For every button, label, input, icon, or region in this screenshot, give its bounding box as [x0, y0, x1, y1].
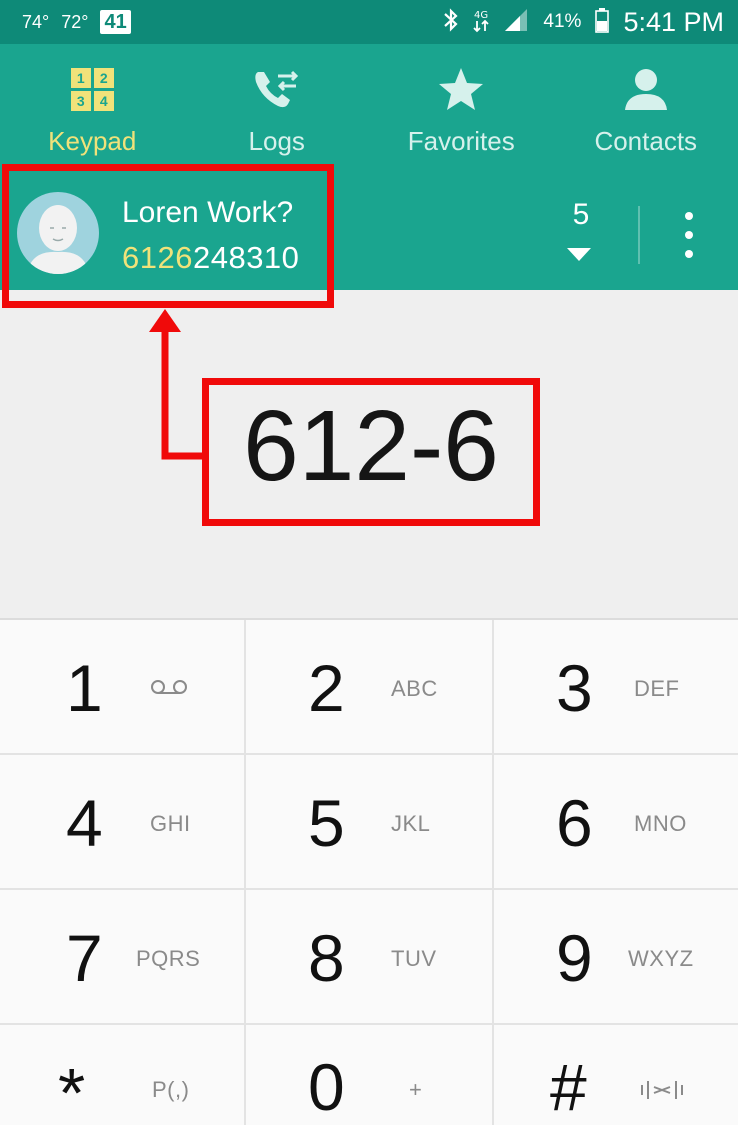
keypad-icon-digit: 1 [70, 67, 91, 88]
status-right: 4G 41% 5:41 PM [443, 0, 724, 44]
key-9[interactable]: 9 WXYZ [494, 890, 738, 1025]
tab-bar: 1 2 3 4 Keypad Logs Favorites Contacts [0, 44, 738, 166]
key-digit: 2 [308, 651, 345, 725]
temperature-1: 74° [22, 11, 50, 32]
key-digit: # [550, 1050, 587, 1124]
tab-keypad[interactable]: 1 2 3 4 Keypad [0, 44, 185, 166]
divider [638, 206, 640, 264]
key-letters: TUV [391, 946, 437, 971]
star-icon [437, 64, 485, 114]
phone-logs-icon [252, 64, 302, 114]
annotation-box-contact [2, 164, 334, 308]
key-3[interactable]: 3 DEF [494, 620, 738, 755]
wait-pause-icon [640, 1079, 684, 1107]
key-hash[interactable]: # [494, 1025, 738, 1125]
bluetooth-icon [443, 7, 459, 38]
key-digit: 3 [556, 651, 593, 725]
key-letters: MNO [634, 811, 687, 836]
keypad-icon: 1 2 3 4 [70, 64, 114, 114]
key-1[interactable]: 1 [0, 620, 246, 755]
key-digit: 5 [308, 786, 345, 860]
key-digit: * [58, 1054, 86, 1125]
key-digit: 6 [556, 786, 593, 860]
key-letters: + [409, 1077, 423, 1102]
key-letters: PQRS [136, 946, 201, 971]
battery-icon [595, 7, 610, 38]
person-icon [623, 64, 669, 114]
key-digit: 0 [308, 1050, 345, 1124]
keypad-icon-digit: 2 [93, 67, 114, 88]
key-6[interactable]: 6 MNO [494, 755, 738, 890]
more-options-icon[interactable] [682, 212, 696, 258]
key-letters: GHI [150, 811, 191, 836]
key-letters: P(,) [152, 1077, 190, 1102]
tab-label: Logs [248, 126, 305, 156]
keypad-icon-digit: 3 [70, 90, 91, 111]
temperature-2: 72° [61, 11, 89, 32]
battery-percent: 41% [543, 11, 582, 32]
key-digit: 7 [66, 921, 103, 995]
tab-favorites[interactable]: Favorites [369, 44, 554, 166]
caret-down-icon[interactable] [567, 248, 591, 261]
key-letters: WXYZ [628, 946, 694, 971]
status-bar: 74° 72° 41 4G 41% 5:41 PM [0, 0, 738, 44]
key-8[interactable]: 8 TUV [246, 890, 494, 1025]
key-7[interactable]: 7 PQRS [0, 890, 246, 1025]
key-letters: DEF [634, 676, 680, 701]
notification-badge: 41 [100, 10, 131, 34]
key-star[interactable]: * P(,) [0, 1025, 246, 1125]
key-letters: ABC [391, 676, 438, 701]
voicemail-icon [150, 676, 188, 702]
key-4[interactable]: 4 GHI [0, 755, 246, 890]
dial-keypad: 1 2 ABC 3 DEF 4 GHI 5 JKL 6 MNO 7 PQRS 8… [0, 618, 738, 1125]
annotation-box-number [202, 378, 540, 526]
signal-icon [503, 8, 529, 37]
tab-logs[interactable]: Logs [185, 44, 370, 166]
key-digit: 1 [66, 651, 103, 725]
key-digit: 4 [66, 786, 103, 860]
key-2[interactable]: 2 ABC [246, 620, 494, 755]
key-0[interactable]: 0 + [246, 1025, 494, 1125]
key-digit: 8 [308, 921, 345, 995]
keypad-icon-digit: 4 [93, 90, 114, 111]
status-left: 74° 72° 41 [0, 10, 131, 34]
key-letters: JKL [391, 811, 431, 836]
data-arrows-icon: 4G [473, 7, 490, 38]
key-5[interactable]: 5 JKL [246, 755, 494, 890]
results-count[interactable]: 5 [566, 198, 596, 232]
tab-contacts[interactable]: Contacts [554, 44, 738, 166]
tab-label: Favorites [407, 126, 515, 156]
tab-label: Contacts [594, 126, 698, 156]
tab-label: Keypad [48, 126, 137, 156]
clock: 5:41 PM [623, 6, 724, 37]
key-digit: 9 [556, 921, 593, 995]
svg-text:4G: 4G [474, 10, 488, 21]
